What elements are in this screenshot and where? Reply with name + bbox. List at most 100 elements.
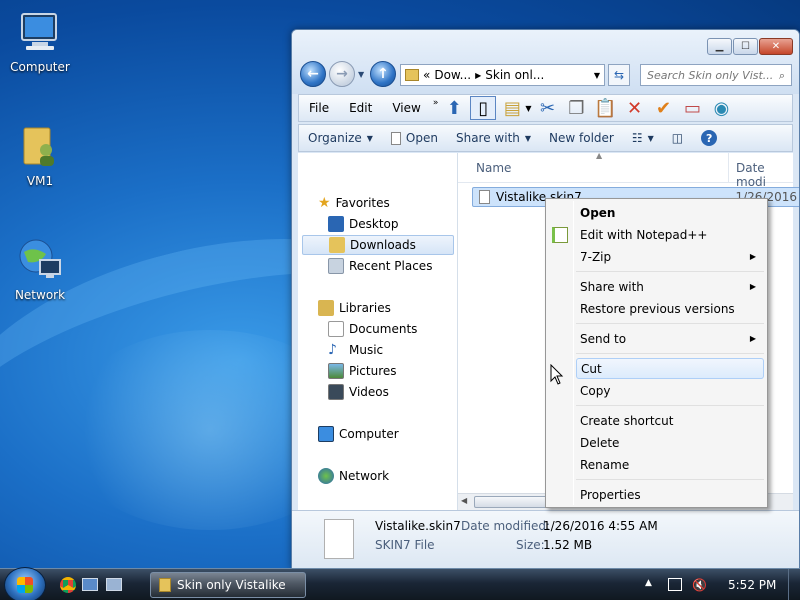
folder-properties-icon[interactable]: ▤	[499, 96, 525, 120]
user-folder-icon	[16, 122, 64, 170]
menu-gutter	[573, 201, 574, 505]
pane-icon: ◫	[671, 131, 684, 145]
nav-music[interactable]: ♪ Music	[328, 340, 383, 360]
menu-item-rename[interactable]: Rename	[576, 454, 764, 475]
breadcrumb-downloads[interactable]: Dow...	[434, 68, 471, 82]
preview-pane-icon[interactable]: ▯	[470, 96, 497, 120]
details-date-label: Date modified:	[461, 519, 551, 533]
up-folder-icon[interactable]: ⬆	[441, 96, 467, 120]
start-button[interactable]	[4, 567, 46, 600]
menu-file[interactable]: File	[299, 101, 339, 115]
file-icon	[390, 131, 401, 145]
nav-computer[interactable]: Computer	[318, 424, 399, 444]
paste-icon[interactable]: 📋	[593, 96, 619, 120]
tray-volume-muted-icon[interactable]: 🔇	[692, 578, 707, 592]
organize-label: Organize	[308, 131, 362, 145]
submenu-arrow-icon: ▶	[749, 334, 756, 343]
network-globe-icon	[16, 236, 64, 284]
checkmark-icon[interactable]: ✔	[651, 96, 677, 120]
menu-item-create-shortcut[interactable]: Create shortcut	[576, 410, 764, 431]
address-dropdown-icon[interactable]: ▼	[594, 71, 600, 80]
rename-icon[interactable]: ▭	[680, 96, 706, 120]
menu-bar: File Edit View » ⬆ ▯ ▤ ▼ ✂ ❐ 📋 ✕ ✔ ▭ ◉	[298, 94, 793, 122]
forward-button[interactable]: →	[329, 61, 355, 87]
minimize-button[interactable]: ▁	[707, 38, 732, 55]
view-list-icon: ☷	[631, 131, 643, 145]
desktop-icon-vm1[interactable]: VM1	[0, 122, 80, 188]
up-button[interactable]: ↑	[370, 61, 396, 87]
nav-network[interactable]: Network	[318, 466, 389, 486]
copy-icon[interactable]: ❐	[564, 96, 590, 120]
nav-label: Downloads	[350, 238, 416, 252]
nav-recent-places[interactable]: Recent Places	[328, 256, 432, 276]
nav-videos[interactable]: Videos	[328, 382, 389, 402]
refresh-button[interactable]: ⇆	[608, 64, 630, 86]
navigation-pane: ★ Favorites Desktop Downloads Recent Plac…	[298, 153, 458, 510]
menu-view[interactable]: View	[382, 101, 430, 115]
menu-item-open[interactable]: Open	[576, 202, 764, 223]
preview-pane-toggle[interactable]: ◫	[663, 131, 692, 145]
chrome-icon[interactable]	[60, 577, 76, 593]
menu-item-delete[interactable]: Delete	[576, 432, 764, 453]
globe-icon[interactable]: ◉	[709, 96, 735, 120]
nav-documents[interactable]: Documents	[328, 319, 417, 339]
chevron-icon[interactable]: »	[433, 98, 439, 108]
menu-item-copy[interactable]: Copy	[576, 380, 764, 401]
menu-separator	[576, 271, 764, 272]
documents-icon	[328, 321, 344, 337]
column-divider[interactable]	[728, 153, 729, 182]
taskbar-clock[interactable]: 5:52 PM	[728, 578, 776, 592]
show-desktop-icon[interactable]	[82, 578, 98, 591]
share-with-label: Share with	[455, 131, 520, 145]
new-folder-label: New folder	[549, 131, 614, 145]
nav-label: Recent Places	[349, 259, 433, 273]
nav-label: Music	[349, 343, 384, 357]
menu-edit[interactable]: Edit	[339, 101, 382, 115]
menu-item-label: Open	[580, 205, 616, 220]
refresh-icon: ⇆	[613, 68, 625, 82]
organize-button[interactable]: Organize ▼	[299, 131, 382, 145]
nav-desktop[interactable]: Desktop	[328, 214, 399, 234]
menu-item-cut[interactable]: Cut	[576, 358, 764, 379]
desktop-icon-label: VM1	[26, 174, 54, 188]
history-dropdown-icon[interactable]: ▼	[358, 70, 364, 79]
view-options-button[interactable]: ☷ ▼	[623, 131, 663, 145]
address-overflow: «	[423, 68, 431, 82]
switch-windows-icon[interactable]	[106, 578, 122, 591]
breadcrumb-current[interactable]: Skin onl...	[485, 68, 544, 82]
menu-item-send-to[interactable]: Send to ▶	[576, 328, 764, 349]
open-button[interactable]: Open	[382, 131, 447, 145]
menu-item-edit-notepad[interactable]: Edit with Notepad++	[576, 224, 764, 245]
desktop-icon-network[interactable]: Network	[0, 236, 80, 302]
cut-icon[interactable]: ✂	[535, 96, 561, 120]
new-folder-button[interactable]: New folder	[540, 131, 623, 145]
show-desktop-strip[interactable]	[788, 569, 800, 600]
scroll-left-icon[interactable]: ◀	[461, 496, 467, 505]
menu-separator	[576, 353, 764, 354]
back-button[interactable]: ←	[300, 61, 326, 87]
menu-item-restore-previous[interactable]: Restore previous versions	[576, 298, 764, 319]
maximize-button[interactable]: ☐	[733, 38, 758, 55]
address-bar[interactable]: « Dow... ▶ Skin onl... ▼	[400, 64, 605, 86]
share-with-button[interactable]: Share with ▼	[447, 131, 540, 145]
desktop-icon-computer[interactable]: Computer	[0, 8, 80, 74]
menu-item-7zip[interactable]: 7-Zip ▶	[576, 246, 764, 267]
menu-item-share-with[interactable]: Share with ▶	[576, 276, 764, 297]
help-button[interactable]: ?	[692, 130, 726, 146]
tray-up-arrow-icon[interactable]: ▲	[645, 578, 652, 588]
nav-downloads[interactable]: Downloads	[302, 235, 454, 255]
nav-pictures[interactable]: Pictures	[328, 361, 397, 381]
dropdown-icon[interactable]: ▼	[525, 104, 531, 113]
submenu-arrow-icon: ▶	[749, 282, 756, 291]
search-input[interactable]: Search Skin only Vist... ⌕	[640, 64, 792, 86]
delete-icon[interactable]: ✕	[622, 96, 648, 120]
music-icon: ♪	[328, 342, 337, 358]
column-name[interactable]: Name	[476, 161, 511, 175]
nav-libraries[interactable]: Libraries	[318, 298, 391, 318]
column-date[interactable]: Date modi	[736, 161, 793, 189]
taskbar-window-button[interactable]: Skin only Vistalike	[150, 572, 306, 598]
nav-favorites[interactable]: ★ Favorites	[318, 193, 390, 213]
tray-network-icon[interactable]	[668, 578, 682, 591]
menu-item-properties[interactable]: Properties	[576, 484, 764, 505]
close-button[interactable]: ✕	[759, 38, 793, 55]
